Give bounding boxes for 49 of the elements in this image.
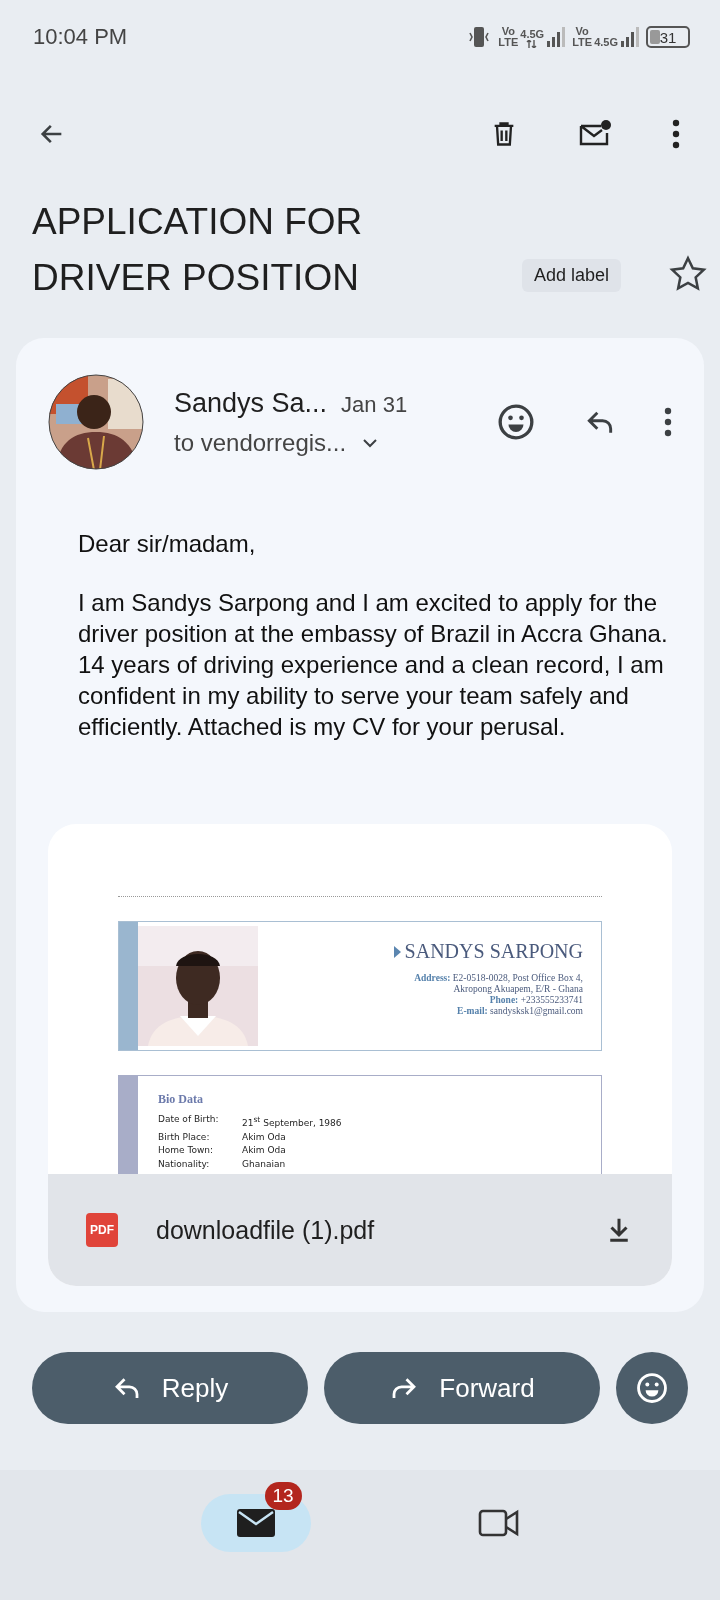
cv-name: SANDYS SARPONG: [404, 940, 583, 963]
signal-icon: [620, 26, 640, 48]
network-type: 4.5G: [520, 29, 545, 40]
cv-contact-line: E-mail: sandysksk1@gmail.com: [457, 1006, 583, 1017]
chevron-down-icon: [362, 437, 379, 448]
recipient-text: to vendorregis...: [174, 428, 347, 457]
recipient-toggle[interactable]: to vendorregis...: [174, 428, 450, 457]
network-label: LTE: [498, 37, 519, 48]
cv-field-label: Nationality:: [158, 1157, 211, 1171]
cv-contact-line: Address: E2-0518-0028, Post Office Box 4,: [414, 973, 583, 984]
more-icon[interactable]: [672, 119, 680, 149]
message-paragraph: I am Sandys Sarpong and I am excited to apply for the driver position at the embassy of Brazil in Accra Ghana. 14 years of driving experience and a clean record, I am confident in my ability to serve your team safely and efficiently. Attached is my CV for your perusal.: [78, 588, 669, 742]
network-label: Vo: [501, 26, 515, 37]
emoji-icon[interactable]: [496, 402, 536, 442]
cv-field-label: Home Town:: [158, 1144, 214, 1157]
more-icon[interactable]: [664, 407, 672, 437]
attachment-card[interactable]: [48, 824, 672, 1286]
cv-contact-line: Phone: +233555233741: [489, 995, 583, 1006]
cv-contact-line: Akropong Akuapem, E/R - Ghana: [453, 984, 583, 995]
sender-name: Sandys Sa...: [174, 387, 328, 419]
cv-section-title: Bio Data: [158, 1092, 204, 1107]
cv-field-value: 21$^{st}$ September, 1986: [242, 1114, 342, 1130]
unread-count-badge: 13: [264, 1482, 302, 1510]
emoji-icon: [635, 1371, 669, 1405]
cv-field-label: Birth Place:: [158, 1130, 211, 1144]
forward-button[interactable]: Forward: [324, 1352, 600, 1424]
data-arrows-icon: [526, 40, 539, 48]
video-camera-icon: [477, 1507, 520, 1539]
battery-level: 31: [659, 28, 677, 46]
file-name: downloadfile (1).pdf: [156, 1215, 376, 1245]
clock-time: 10:04 PM: [33, 24, 128, 50]
cv-field-value: Akim Oda: [242, 1144, 286, 1157]
message-date: Jan 31: [341, 391, 408, 418]
message-paragraph: Dear sir/madam,: [78, 529, 257, 559]
signal-icon: [546, 26, 567, 48]
triangle-icon: [393, 945, 401, 958]
cv-field-label: Date of Birth:: [158, 1113, 220, 1126]
star-icon[interactable]: [668, 254, 708, 294]
battery-fill: [650, 30, 660, 44]
reply-button[interactable]: Reply: [32, 1352, 308, 1424]
network-label: Vo: [575, 26, 589, 37]
pdf-icon: PDF: [86, 1213, 118, 1247]
add-label-button[interactable]: Add label: [522, 259, 622, 292]
cv-field-value: Ghanaian: [242, 1157, 286, 1171]
network-label: LTE: [572, 37, 593, 48]
network-type: 4.5G: [594, 37, 618, 48]
email-subject: APPLICATION FOR DRIVER POSITION: [32, 200, 364, 300]
mail-icon: [235, 1508, 276, 1538]
cv-field-value: Akim Oda: [242, 1130, 286, 1144]
